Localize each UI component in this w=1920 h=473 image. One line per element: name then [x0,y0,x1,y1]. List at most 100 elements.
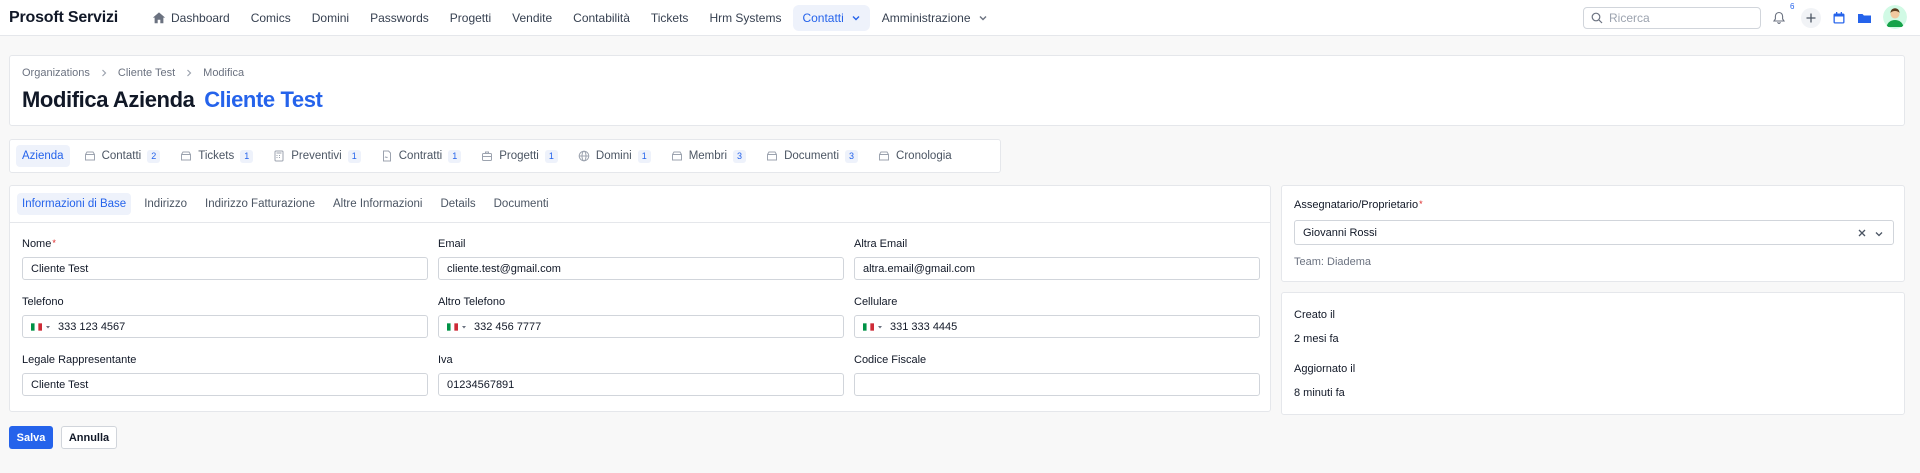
add-button[interactable] [1801,8,1821,28]
tab-azienda[interactable]: Azienda [16,145,70,167]
italy-flag-icon [447,322,458,331]
chevron-right-icon [187,69,192,77]
nav-label: Dashboard [171,11,230,25]
country-code-selector[interactable] [863,322,883,331]
field-label: Nome* [22,238,428,250]
subtab-indirizzo[interactable]: Indirizzo [139,193,192,215]
field-label: Legale Rappresentante [22,354,137,366]
field-codice-fiscale: Codice Fiscale [854,354,1260,396]
subtab-documenti[interactable]: Documenti [489,193,554,215]
ticket-icon [181,151,192,161]
cancel-button[interactable]: Annulla [61,426,117,449]
notifications-button[interactable] [1770,9,1788,27]
tab-count-badge: 1 [448,149,462,163]
brand-logo[interactable]: Prosoft Servizi [9,9,118,27]
tab-contratti[interactable]: Contratti 1 [375,145,467,167]
search-input[interactable] [1609,11,1749,25]
calendar-button[interactable] [1830,9,1848,27]
subtab-altre-informazioni[interactable]: Altre Informazioni [328,193,427,215]
owner-label: Assegnatario/Proprietario* [1294,199,1423,211]
folder-button[interactable] [1855,9,1873,27]
tab-contatti[interactable]: Contatti 2 [78,145,167,167]
nav-item-dashboard[interactable]: Dashboard [143,5,239,31]
field-altra-email: Altra Email [854,238,1260,280]
nav-label: Contatti [802,11,844,25]
field-label: Iva [438,354,453,366]
owner-select[interactable]: Giovanni Rossi [1294,220,1894,245]
iva-input[interactable] [447,378,843,391]
nav-label: Amministrazione [881,11,971,25]
notification-count-badge: 6 [1790,2,1795,11]
field-label: Codice Fiscale [854,354,927,366]
label-text: Nome [22,238,52,250]
field-label: Altro Telefono [438,296,506,308]
nav-item-amministrazione[interactable]: Amministrazione [873,5,997,31]
nav-item-tickets[interactable]: Tickets [642,5,698,31]
input-wrapper [438,373,844,396]
tab-preventivi[interactable]: Preventivi 1 [267,145,367,167]
subtab-informazioni-di-base[interactable]: Informazioni di Base [17,193,132,215]
search-box[interactable] [1583,7,1761,29]
tab-count-badge: 3 [845,149,859,163]
field-cellulare: Cellulare [854,296,1260,338]
tab-documenti[interactable]: Documenti 3 [760,145,864,167]
nav-label: Hrm Systems [709,11,782,25]
page-header: Organizations Cliente Test Modifica Modi… [9,55,1905,126]
chevron-right-icon [101,69,107,77]
input-wrapper [854,315,1260,338]
nav-item-comics[interactable]: Comics [242,5,300,31]
nav-item-contatti[interactable]: Contatti [793,5,870,31]
nav-item-vendite[interactable]: Vendite [503,5,561,31]
nav-label: Passwords [370,11,429,25]
tab-progetti[interactable]: Progetti 1 [475,145,564,167]
country-code-selector[interactable] [31,322,51,331]
save-button[interactable]: Salva [9,426,53,449]
nav-label: Comics [250,11,291,25]
required-marker: * [52,238,56,248]
tab-cronologia[interactable]: Cronologia [872,145,958,167]
nav-item-passwords[interactable]: Passwords [361,5,438,31]
cellulare-input[interactable] [890,320,1259,333]
nav-item-hrm-systems[interactable]: Hrm Systems [700,5,790,31]
avatar[interactable] [1883,5,1907,29]
nav-item-contabilita[interactable]: Contabilità [564,5,639,31]
input-wrapper [438,257,844,280]
legale-rappresentante-input[interactable] [31,378,427,391]
tab-membri[interactable]: Membri 3 [665,145,752,167]
italy-flag-icon [863,322,874,331]
nav-label: Vendite [512,11,553,25]
field-altro-telefono: Altro Telefono [438,296,844,338]
telefono-input[interactable] [58,320,427,333]
tab-tickets[interactable]: Tickets 1 [174,145,259,167]
record-meta-panel: Creato il 2 mesi fa Aggiornato il 8 minu… [1281,292,1905,415]
nome-input[interactable] [31,262,427,275]
chevron-down-icon[interactable] [1874,229,1884,239]
history-icon [879,151,890,161]
breadcrumb-link-organizations[interactable]: Organizations [22,67,90,79]
email-input[interactable] [447,262,843,275]
nav-item-domini[interactable]: Domini [303,5,358,31]
input-wrapper [854,373,1260,396]
subtab-indirizzo-fatturazione[interactable]: Indirizzo Fatturazione [200,193,320,215]
calendar-icon [1833,12,1845,24]
subtab-details[interactable]: Details [435,193,480,215]
clear-icon[interactable] [1857,228,1867,238]
altro-telefono-input[interactable] [474,320,843,333]
input-wrapper [438,315,844,338]
tab-label: Domini [595,150,632,162]
chevron-down-icon [852,16,860,21]
altra-email-input[interactable] [863,262,1259,275]
created-value: 2 mesi fa [1294,333,1339,345]
caret-down-icon [46,325,50,328]
tab-domini[interactable]: Domini 1 [572,145,657,167]
nav-label: Tickets [650,11,689,25]
nav-item-progetti[interactable]: Progetti [441,5,500,31]
address-book-icon [84,151,95,161]
tab-count-badge: 3 [733,149,747,163]
breadcrumb-link-cliente-test[interactable]: Cliente Test [118,67,175,79]
updated-label: Aggiornato il [1294,363,1356,375]
nav-label: Contabilità [573,11,630,25]
codice-fiscale-input[interactable] [863,378,1259,391]
country-code-selector[interactable] [447,322,467,331]
breadcrumb: Organizations Cliente Test Modifica [22,67,244,79]
